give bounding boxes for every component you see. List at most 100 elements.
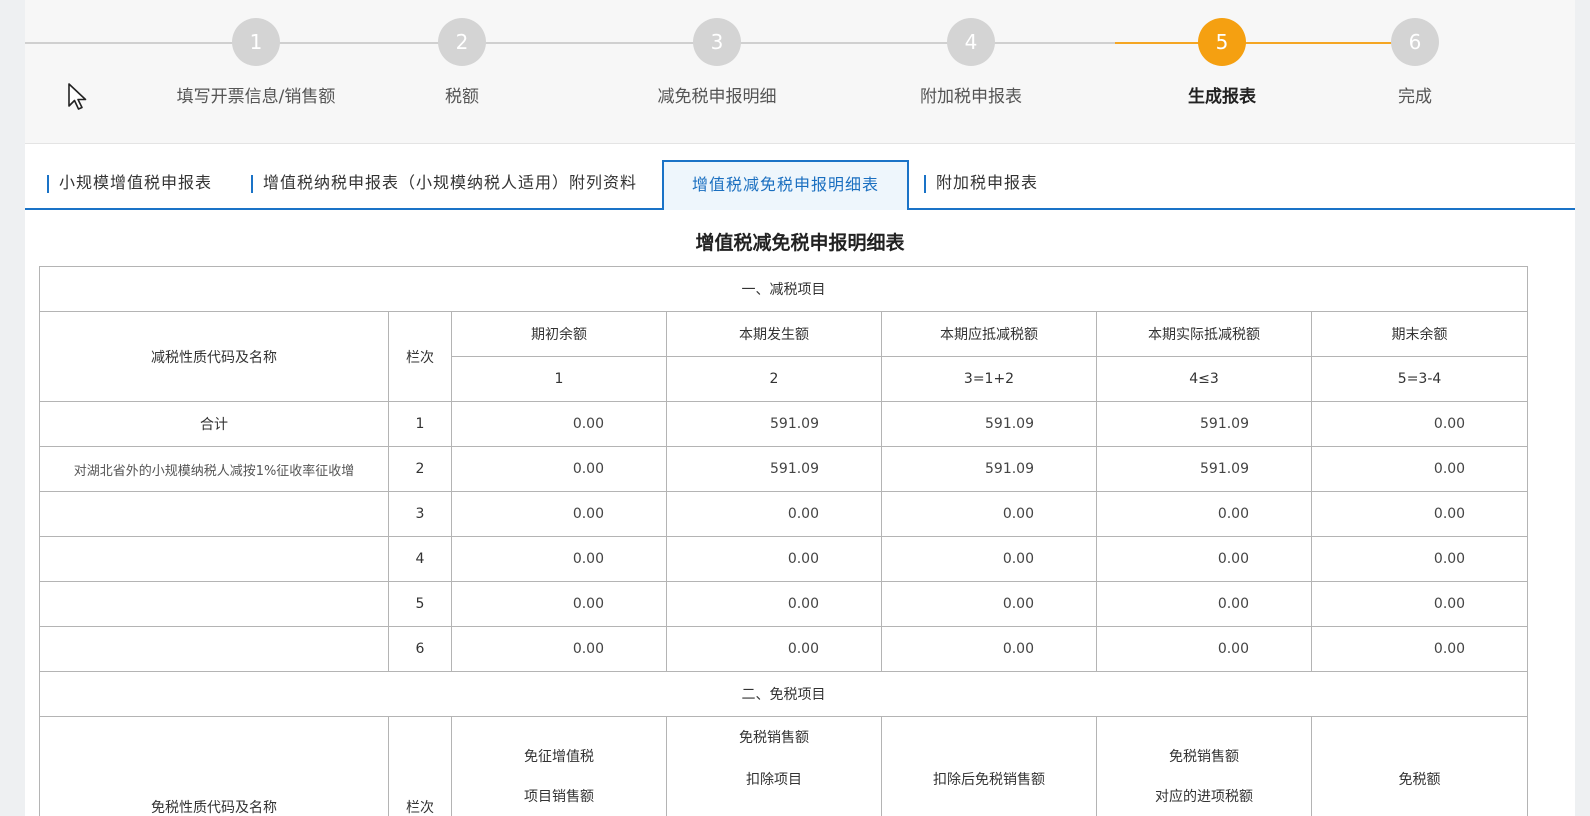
cell-closing-balance[interactable]: 0.00 bbox=[1310, 626, 1529, 672]
tab-label: 小规模增值税申报表 bbox=[59, 173, 213, 192]
step-1[interactable]: 1 填写开票信息/销售额 bbox=[156, 18, 356, 107]
row-no: 1 bbox=[388, 401, 452, 447]
header-exempt-sales: 免征增值税 项目销售额 bbox=[451, 716, 667, 816]
cell-closing-balance[interactable]: 0.00 bbox=[1310, 491, 1529, 537]
step-2[interactable]: 2 税额 bbox=[362, 18, 562, 107]
step-circle: 1 bbox=[232, 18, 280, 66]
header-exempt-deduction-items: 免税销售额 扣除项目 bbox=[666, 716, 882, 816]
tab-marker bbox=[924, 175, 926, 193]
formula-1: 1 bbox=[451, 356, 667, 402]
tab-vat-reduction-detail[interactable]: 增值税减免税申报明细表 bbox=[662, 160, 910, 210]
header-line: 项目销售额 bbox=[524, 789, 594, 805]
formula-2: 2 bbox=[666, 356, 882, 402]
step-label: 附加税申报表 bbox=[920, 87, 1022, 107]
table-row: 对湖北省外的小规模纳税人减按1%征收率征收增 2 0.00 591.09 591… bbox=[39, 446, 1529, 492]
cell-opening-balance[interactable]: 0.00 bbox=[451, 626, 667, 672]
step-4[interactable]: 4 附加税申报表 bbox=[871, 18, 1071, 107]
cell-current-amount[interactable]: 0.00 bbox=[666, 581, 882, 627]
step-label: 完成 bbox=[1398, 87, 1432, 107]
cell-deductible-amount[interactable]: 0.00 bbox=[881, 626, 1097, 672]
row-no: 6 bbox=[388, 626, 452, 672]
header-opening-balance: 期初余额 bbox=[451, 311, 667, 357]
tab-small-scale-vat-return[interactable]: 小规模增值税申报表 bbox=[47, 160, 212, 208]
cell-actual-deduction[interactable]: 591.09 bbox=[1096, 446, 1312, 492]
cell-deductible-amount[interactable]: 0.00 bbox=[881, 536, 1097, 582]
header-exempt-amount: 免税额 bbox=[1310, 716, 1529, 816]
cell-closing-balance[interactable]: 0.00 bbox=[1310, 536, 1529, 582]
tab-label: 增值税纳税申报表（小规模纳税人适用）附列资料 bbox=[263, 173, 638, 192]
cell-current-amount[interactable]: 591.09 bbox=[666, 401, 882, 447]
step-label: 税额 bbox=[445, 87, 479, 107]
header-line: 免税销售额 bbox=[739, 730, 809, 746]
header-exempt-code-name: 免税性质代码及名称 bbox=[39, 716, 389, 816]
cell-deductible-amount[interactable]: 0.00 bbox=[881, 581, 1097, 627]
formula-3: 3=1+2 bbox=[881, 356, 1097, 402]
cell-closing-balance[interactable]: 0.00 bbox=[1310, 446, 1529, 492]
header-deductible-amount: 本期应抵减税额 bbox=[881, 311, 1097, 357]
step-circle: 2 bbox=[438, 18, 486, 66]
header-line: 扣除项目 bbox=[746, 772, 802, 788]
cell-opening-balance[interactable]: 0.00 bbox=[451, 491, 667, 537]
header-closing-balance: 期末余额 bbox=[1310, 311, 1529, 357]
header-exempt-row-no: 栏次 bbox=[388, 716, 452, 816]
cell-current-amount[interactable]: 0.00 bbox=[666, 536, 882, 582]
header-line: 免税销售额 bbox=[1169, 749, 1239, 765]
cell-deductible-amount[interactable]: 591.09 bbox=[881, 401, 1097, 447]
table-row: 合计 1 0.00 591.09 591.09 591.09 0.00 bbox=[39, 401, 1529, 447]
header-line: 免征增值税 bbox=[524, 749, 594, 765]
cell-current-amount[interactable]: 591.09 bbox=[666, 446, 882, 492]
table-row: 4 0.00 0.00 0.00 0.00 0.00 bbox=[39, 536, 1529, 582]
mouse-cursor-icon bbox=[68, 83, 87, 110]
table-row: 6 0.00 0.00 0.00 0.00 0.00 bbox=[39, 626, 1529, 672]
step-5[interactable]: 5 生成报表 bbox=[1122, 18, 1322, 107]
reduction-detail-table: 一、减税项目 减税性质代码及名称 栏次 期初余额 本期发生额 本期应抵减税额 本… bbox=[38, 266, 1529, 816]
cell-actual-deduction[interactable]: 591.09 bbox=[1096, 401, 1312, 447]
step-6[interactable]: 6 完成 bbox=[1315, 18, 1515, 107]
row-name: 合计 bbox=[39, 401, 389, 447]
cell-actual-deduction[interactable]: 0.00 bbox=[1096, 581, 1312, 627]
tab-vat-return-attachment[interactable]: 增值税纳税申报表（小规模纳税人适用）附列资料 bbox=[251, 160, 637, 208]
cell-current-amount[interactable]: 0.00 bbox=[666, 491, 882, 537]
step-label: 生成报表 bbox=[1188, 87, 1256, 107]
formula-4: 4≤3 bbox=[1096, 356, 1312, 402]
tab-surtax-return[interactable]: 附加税申报表 bbox=[924, 160, 1038, 208]
step-circle: 6 bbox=[1391, 18, 1439, 66]
header-exempt-after-deduction: 扣除后免税销售额 bbox=[881, 716, 1097, 816]
header-exempt-input-tax: 免税销售额 对应的进项税额 bbox=[1096, 716, 1312, 816]
progress-stepper: 1 填写开票信息/销售额 2 税额 3 减免税申报明细 4 附加税申报表 5 生… bbox=[25, 0, 1575, 144]
row-no: 5 bbox=[388, 581, 452, 627]
cell-actual-deduction[interactable]: 0.00 bbox=[1096, 626, 1312, 672]
cell-actual-deduction[interactable]: 0.00 bbox=[1096, 491, 1312, 537]
row-no: 3 bbox=[388, 491, 452, 537]
cell-actual-deduction[interactable]: 0.00 bbox=[1096, 536, 1312, 582]
cell-closing-balance[interactable]: 0.00 bbox=[1310, 401, 1529, 447]
cell-current-amount[interactable]: 0.00 bbox=[666, 626, 882, 672]
row-name-select[interactable] bbox=[39, 491, 389, 537]
header-current-amount: 本期发生额 bbox=[666, 311, 882, 357]
row-no: 2 bbox=[388, 446, 452, 492]
header-row-no: 栏次 bbox=[388, 311, 452, 402]
cell-closing-balance[interactable]: 0.00 bbox=[1310, 581, 1529, 627]
formula-5: 5=3-4 bbox=[1310, 356, 1529, 402]
cell-opening-balance[interactable]: 0.00 bbox=[451, 401, 667, 447]
table-row: 5 0.00 0.00 0.00 0.00 0.00 bbox=[39, 581, 1529, 627]
step-label: 减免税申报明细 bbox=[657, 87, 777, 107]
page: 1 填写开票信息/销售额 2 税额 3 减免税申报明细 4 附加税申报表 5 生… bbox=[25, 0, 1575, 816]
step-circle: 3 bbox=[693, 18, 741, 66]
step-3[interactable]: 3 减免税申报明细 bbox=[617, 18, 817, 107]
row-name-select[interactable]: 对湖北省外的小规模纳税人减按1%征收率征收增 bbox=[39, 446, 389, 492]
row-name-select[interactable] bbox=[39, 581, 389, 627]
row-name-select[interactable] bbox=[39, 626, 389, 672]
report-tabs: 小规模增值税申报表 增值税纳税申报表（小规模纳税人适用）附列资料 增值税减免税申… bbox=[25, 160, 1575, 210]
table-row: 3 0.00 0.00 0.00 0.00 0.00 bbox=[39, 491, 1529, 537]
cell-opening-balance[interactable]: 0.00 bbox=[451, 446, 667, 492]
cell-deductible-amount[interactable]: 0.00 bbox=[881, 491, 1097, 537]
cell-deductible-amount[interactable]: 591.09 bbox=[881, 446, 1097, 492]
cell-opening-balance[interactable]: 0.00 bbox=[451, 536, 667, 582]
step-circle: 4 bbox=[947, 18, 995, 66]
tab-label: 增值税减免税申报明细表 bbox=[692, 175, 880, 194]
tab-marker bbox=[251, 175, 253, 193]
cell-opening-balance[interactable]: 0.00 bbox=[451, 581, 667, 627]
header-code-name: 减税性质代码及名称 bbox=[39, 311, 389, 402]
row-name-select[interactable] bbox=[39, 536, 389, 582]
